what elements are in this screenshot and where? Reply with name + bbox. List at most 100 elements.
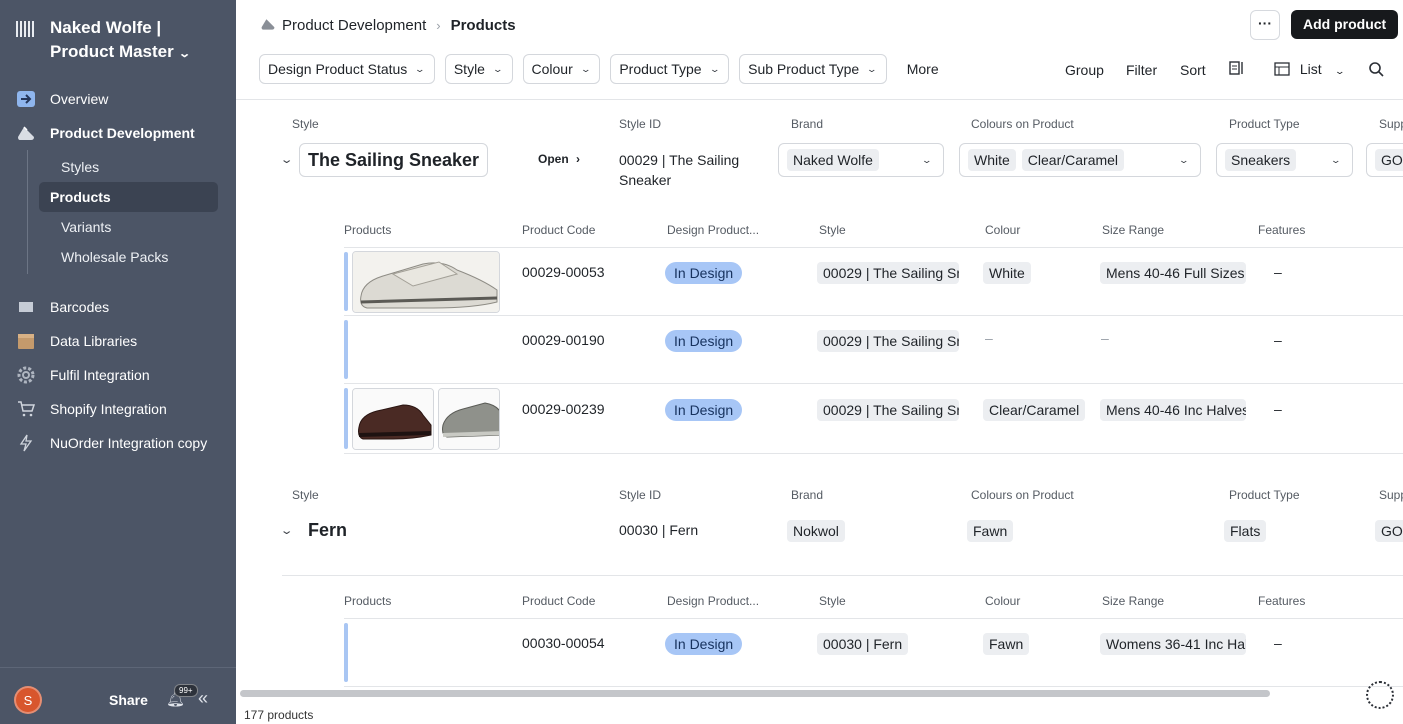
- collapse-group-icon[interactable]: ⌄: [280, 524, 294, 537]
- group-header-style: Style: [292, 488, 319, 502]
- sort-button[interactable]: Sort: [1180, 62, 1206, 78]
- col-header-status: Design Product...: [667, 594, 760, 608]
- sidebar-item-label: Fulfil Integration: [50, 367, 150, 383]
- sidebar-item-label: NuOrder Integration copy: [50, 435, 208, 451]
- filter-colour[interactable]: Colour ⌄: [522, 54, 601, 84]
- filter-button[interactable]: Filter: [1126, 62, 1157, 78]
- filter-label: Sub Product Type: [748, 61, 860, 77]
- sidebar-item-wholesale-packs[interactable]: Wholesale Packs: [39, 242, 218, 272]
- product-code: 00029-00239: [522, 401, 605, 417]
- group-header-style-id: Style ID: [619, 117, 662, 131]
- product-image-grey-sneaker[interactable]: [438, 388, 500, 450]
- product-type-select[interactable]: Sneakers ⌄: [1216, 143, 1353, 177]
- sidebar-item-shopify-integration[interactable]: Shopify Integration: [0, 392, 236, 426]
- breadcrumb-parent[interactable]: Product Development: [282, 17, 426, 34]
- chevron-down-icon: ⌄: [921, 155, 933, 165]
- sidebar-item-styles[interactable]: Styles: [39, 152, 218, 182]
- sidebar-footer: S Share 🔔︎ 99+ «: [0, 667, 236, 724]
- colour-tag: Clear/Caramel: [1021, 149, 1125, 171]
- style-link[interactable]: 00030 | Fern: [817, 633, 909, 655]
- colour-empty: –: [985, 330, 993, 346]
- sidebar-item-nuorder-integration[interactable]: NuOrder Integration copy: [0, 426, 236, 460]
- filter-style[interactable]: Style ⌄: [444, 54, 513, 84]
- horizontal-scrollbar[interactable]: [240, 690, 1270, 697]
- col-header-status: Design Product...: [667, 223, 760, 237]
- group-header-brand: Brand: [791, 117, 824, 131]
- group-header-product-type: Product Type: [1229, 488, 1300, 502]
- chevron-down-icon: ⌄: [1330, 155, 1342, 165]
- status-badge: In Design: [665, 633, 743, 655]
- colours-select[interactable]: White Clear/Caramel ⌄: [959, 143, 1201, 177]
- brand-select[interactable]: Naked Wolfe ⌄: [778, 143, 944, 177]
- open-record-button[interactable]: Open ›: [538, 152, 580, 166]
- style-link[interactable]: 00029 | The Sailing Sneaker: [817, 262, 959, 284]
- gear-icon: [16, 365, 36, 385]
- sidebar: Naked Wolfe | Product Master ⌄ Overview P…: [0, 0, 236, 724]
- style-name-field[interactable]: The Sailing Sneaker: [299, 143, 489, 177]
- chevron-right-icon: ›: [576, 152, 581, 166]
- supplier-select[interactable]: GO: [1366, 143, 1403, 177]
- filter-design-product-status[interactable]: Design Product Status ⌄: [259, 54, 435, 84]
- box-icon: [16, 331, 36, 351]
- list-view-selector[interactable]: List ⌄: [1274, 61, 1345, 77]
- record-count: 177 products: [244, 708, 314, 722]
- collapse-sidebar-icon[interactable]: «: [198, 688, 208, 709]
- search-icon[interactable]: [1368, 61, 1384, 80]
- sidebar-subnav: Styles Products Variants Wholesale Packs: [27, 150, 236, 274]
- add-product-button[interactable]: Add product: [1291, 10, 1399, 39]
- chevron-down-icon: ⌄: [866, 63, 878, 74]
- sidebar-item-barcodes[interactable]: Barcodes: [0, 290, 236, 324]
- group-button[interactable]: Group: [1065, 62, 1104, 78]
- product-image-white-sneaker[interactable]: [352, 251, 500, 313]
- colour-tag: Fawn: [967, 520, 1014, 542]
- workspace-switcher[interactable]: Naked Wolfe | Product Master ⌄: [16, 16, 210, 66]
- sidebar-item-overview[interactable]: Overview: [0, 82, 236, 116]
- col-header-products: Products: [344, 594, 392, 608]
- product-code: 00029-00190: [522, 332, 605, 348]
- size-range-tag: Mens 40-46 Inc Halves: [1100, 399, 1246, 421]
- avatar[interactable]: S: [14, 686, 42, 714]
- filter-label: Design Product Status: [268, 61, 408, 77]
- shoe-icon: [16, 123, 36, 143]
- product-code: 00030-00054: [522, 635, 605, 651]
- chevron-down-icon: ⌄: [414, 63, 426, 74]
- sidebar-item-data-libraries[interactable]: Data Libraries: [0, 324, 236, 358]
- layout-icon[interactable]: [1229, 61, 1245, 78]
- style-link[interactable]: 00029 | The Sailing Sneaker: [817, 399, 959, 421]
- loading-spinner-icon: [1366, 681, 1394, 709]
- product-type-tag: Flats: [1224, 520, 1267, 542]
- share-button[interactable]: Share: [109, 692, 148, 708]
- style-link[interactable]: 00029 | The Sailing Sneaker: [817, 330, 959, 352]
- bolt-icon: [16, 433, 36, 453]
- chevron-right-icon: ›: [436, 18, 441, 33]
- chevron-down-icon: ⌄: [1178, 155, 1190, 165]
- chevron-down-icon: ⌄: [579, 63, 592, 74]
- filter-sub-product-type[interactable]: Sub Product Type ⌄: [739, 54, 887, 84]
- sidebar-item-products[interactable]: Products: [39, 182, 218, 212]
- sidebar-item-product-development[interactable]: Product Development: [0, 116, 236, 150]
- sidebar-item-label: Overview: [50, 91, 109, 107]
- more-filters-button[interactable]: More: [907, 54, 939, 84]
- col-header-products: Products: [344, 223, 392, 237]
- sidebar-item-fulfil-integration[interactable]: Fulfil Integration: [0, 358, 236, 392]
- page-title: Products: [450, 17, 516, 34]
- workspace-icon: [16, 19, 36, 39]
- product-image-brown-sneaker[interactable]: [352, 388, 434, 450]
- collapse-group-icon[interactable]: ⌄: [280, 153, 294, 166]
- chevron-down-icon: ⌄: [492, 63, 504, 74]
- col-header-product-code: Product Code: [522, 223, 596, 237]
- group-header-colours: Colours on Product: [971, 117, 1074, 131]
- group-header-supplier: Supp: [1379, 488, 1403, 502]
- filter-product-type[interactable]: Product Type ⌄: [610, 54, 730, 84]
- colour-tag: White: [983, 262, 1031, 284]
- sidebar-item-label: Product Development: [50, 125, 195, 141]
- sidebar-item-variants[interactable]: Variants: [39, 212, 218, 242]
- status-badge: In Design: [665, 262, 743, 284]
- group-header-brand: Brand: [791, 488, 824, 502]
- supplier-tag: GO: [1375, 520, 1403, 542]
- style-id-value: 00029 | The Sailing Sneaker: [619, 152, 740, 188]
- row-indicator: [344, 252, 348, 311]
- more-options-button[interactable]: ···: [1250, 10, 1280, 40]
- col-header-colour: Colour: [985, 594, 1021, 608]
- row-indicator: [344, 623, 348, 682]
